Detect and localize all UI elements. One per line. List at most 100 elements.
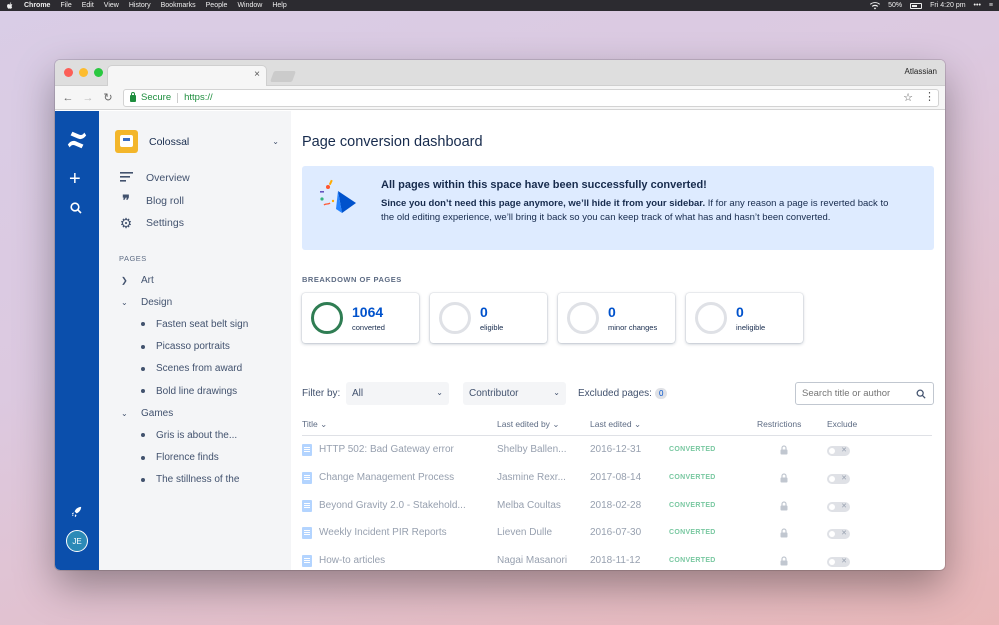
row-title[interactable]: How-to articles [319, 555, 385, 566]
table-row[interactable]: Change Management Process Jasmine Rexr..… [302, 464, 932, 492]
battery-icon[interactable] [910, 2, 923, 9]
search-icon[interactable] [916, 389, 926, 399]
exclude-toggle[interactable] [827, 557, 850, 568]
menu-people[interactable]: People [206, 2, 228, 9]
menu-app-name[interactable]: Chrome [24, 2, 50, 9]
maximize-window-button[interactable] [94, 68, 103, 77]
space-nav: Overview ❞ Blog roll ⚙ Settings [119, 167, 190, 235]
column-last-edited-by[interactable]: Last edited by ⌄ [497, 419, 559, 430]
browser-tab[interactable]: × [107, 65, 267, 86]
contributor-filter-select[interactable]: Contributor ⌄ [463, 382, 566, 405]
reload-icon[interactable]: ↻ [101, 91, 115, 104]
chevron-right-icon[interactable]: ❯ [121, 276, 131, 285]
row-title[interactable]: Beyond Gravity 2.0 - Stakehold... [319, 500, 466, 511]
stat-card-converted[interactable]: 1064 converted [302, 293, 419, 343]
column-last-edited[interactable]: Last edited ⌄ [590, 419, 641, 430]
tree-item-games[interactable]: ⌄ Games [121, 402, 286, 424]
tree-item-design[interactable]: ⌄ Design [121, 291, 286, 313]
column-title[interactable]: Title ⌄ [302, 419, 327, 430]
chevron-down-icon[interactable]: ⌄ [121, 409, 131, 418]
page-icon [302, 527, 312, 540]
stat-card-eligible[interactable]: 0 eligible [430, 293, 547, 343]
forward-arrow-icon[interactable]: → [81, 92, 95, 104]
sidebar-item-overview[interactable]: Overview [119, 167, 190, 190]
column-label: Title [302, 419, 318, 429]
notification-center-icon[interactable]: ≡ [989, 2, 993, 9]
url-bar[interactable]: Secure https:// [123, 88, 939, 107]
back-arrow-icon[interactable]: ← [61, 92, 75, 104]
tree-item[interactable]: Fasten seat belt sign [121, 313, 286, 335]
bookmark-star-icon[interactable]: ☆ [903, 91, 913, 104]
window-controls [64, 68, 103, 77]
search-field[interactable] [795, 382, 934, 405]
restriction-lock-icon[interactable] [779, 473, 789, 483]
table-header: Title ⌄ Last edited by ⌄ Last edited ⌄ R… [302, 417, 932, 436]
table-row[interactable]: How-to articles Nagai Masanori 2018-11-1… [302, 547, 932, 570]
table-row[interactable]: Weekly Incident PIR Reports Lieven Dulle… [302, 519, 932, 547]
table-row[interactable]: HTTP 502: Bad Gateway error Shelby Balle… [302, 436, 932, 464]
menu-help[interactable]: Help [272, 2, 286, 9]
menu-bookmarks[interactable]: Bookmarks [161, 2, 196, 9]
apple-logo-icon[interactable] [6, 1, 14, 10]
stat-card-ineligible[interactable]: 0 ineligible [686, 293, 803, 343]
row-date: 2016-12-31 [590, 444, 642, 455]
tree-item[interactable]: The stillness of the [121, 469, 286, 491]
global-navigation: + JE [55, 111, 99, 570]
tree-item[interactable]: Gris is about the... [121, 424, 286, 446]
browser-menu-icon[interactable]: ⋮ [924, 90, 935, 103]
table-row[interactable]: Beyond Gravity 2.0 - Stakehold... Melba … [302, 492, 932, 520]
url-text[interactable]: https:// [184, 92, 213, 103]
create-plus-icon[interactable]: + [69, 169, 81, 189]
menu-history[interactable]: History [129, 2, 151, 9]
tree-item[interactable]: Florence finds [121, 447, 286, 469]
row-editor: Melba Coultas [497, 499, 561, 511]
restriction-lock-icon[interactable] [779, 556, 789, 566]
chevron-down-icon[interactable]: ⌄ [121, 298, 131, 307]
tree-item[interactable]: Picasso portraits [121, 336, 286, 358]
exclude-toggle[interactable] [827, 473, 850, 484]
banner-body: Since you don’t need this page anymore, … [381, 197, 901, 225]
new-tab-button[interactable] [269, 71, 297, 82]
excluded-pages[interactable]: Excluded pages: 0 [578, 388, 668, 399]
search-icon[interactable] [70, 202, 82, 214]
menu-edit[interactable]: Edit [82, 2, 94, 9]
space-name: Colossal [149, 135, 190, 148]
tree-item-label: Fasten seat belt sign [156, 318, 249, 330]
row-title[interactable]: Change Management Process [319, 472, 454, 483]
exclude-toggle[interactable] [827, 446, 850, 456]
restriction-lock-icon[interactable] [779, 445, 789, 455]
profile-name[interactable]: Atlassian [905, 67, 937, 76]
column-label: Last edited [590, 419, 632, 429]
avatar[interactable]: JE [66, 530, 88, 552]
row-title[interactable]: Weekly Incident PIR Reports [319, 527, 447, 538]
stat-label: converted [352, 323, 385, 332]
tree-item[interactable]: Bold line drawings [121, 380, 286, 402]
stat-card-minor-changes[interactable]: 0 minor changes [558, 293, 675, 343]
wifi-icon[interactable] [870, 1, 881, 10]
menu-file[interactable]: File [60, 2, 71, 9]
exclude-toggle[interactable] [827, 501, 850, 512]
row-title[interactable]: HTTP 502: Bad Gateway error [319, 444, 454, 455]
close-tab-icon[interactable]: × [254, 69, 260, 80]
page-content: + JE Colossal ⌄ Overview ❞ Blog roll ⚙ S… [55, 111, 945, 570]
restriction-lock-icon[interactable] [779, 501, 789, 511]
tree-item-label: Florence finds [156, 452, 219, 464]
clock[interactable]: Fri 4:20 pm [930, 2, 965, 9]
sidebar-item-blog-roll[interactable]: ❞ Blog roll [119, 190, 190, 213]
space-header[interactable]: Colossal ⌄ [115, 130, 279, 153]
search-input[interactable] [802, 388, 912, 399]
tree-item-art[interactable]: ❯ Art [121, 269, 286, 291]
tree-item[interactable]: Scenes from award [121, 358, 286, 380]
minimize-window-button[interactable] [79, 68, 88, 77]
menu-view[interactable]: View [104, 2, 119, 9]
menu-window[interactable]: Window [237, 2, 262, 9]
confluence-logo-icon[interactable] [66, 129, 88, 151]
status-filter-select[interactable]: All ⌄ [346, 382, 449, 405]
rocket-icon[interactable] [70, 505, 83, 518]
restriction-lock-icon[interactable] [779, 528, 789, 538]
menu-extras-icon[interactable]: ••• [974, 2, 981, 9]
sidebar-item-settings[interactable]: ⚙ Settings [119, 212, 190, 235]
exclude-toggle[interactable] [827, 529, 850, 540]
chevron-down-icon[interactable]: ⌄ [272, 137, 279, 146]
close-window-button[interactable] [64, 68, 73, 77]
